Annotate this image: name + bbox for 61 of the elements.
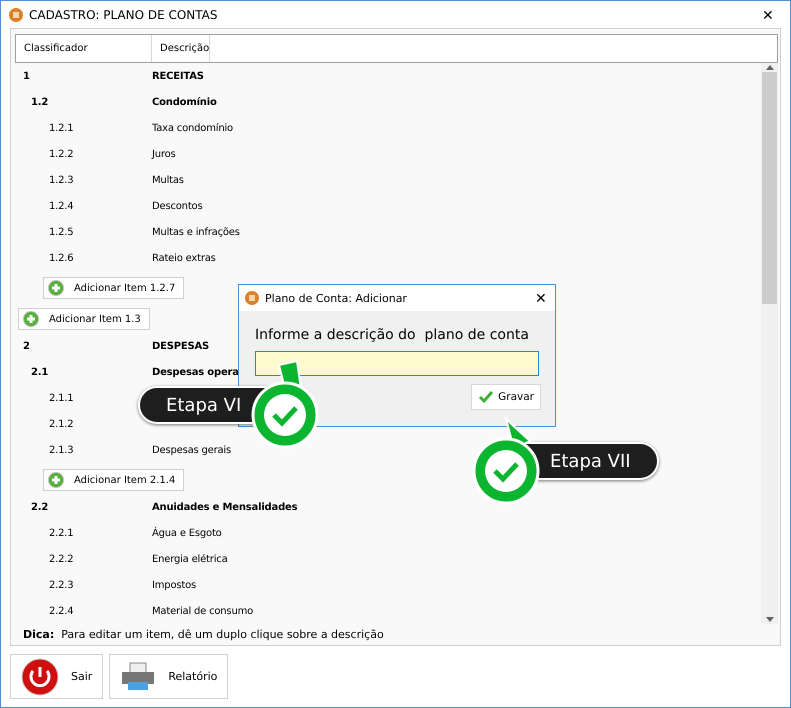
- scroll-down-icon[interactable]: [766, 617, 774, 622]
- account-description[interactable]: Multas: [152, 174, 184, 186]
- account-code: 1.2.5: [49, 226, 74, 238]
- account-description[interactable]: Taxa condomínio: [152, 122, 233, 134]
- column-header[interactable]: Classificador: [16, 35, 152, 62]
- description-input[interactable]: [255, 351, 539, 376]
- account-description[interactable]: Condomínio: [152, 96, 217, 108]
- plus-icon: [23, 311, 39, 328]
- printer-icon: [120, 662, 156, 692]
- account-description[interactable]: Água e Esgoto: [152, 528, 222, 539]
- account-description[interactable]: Anuidades e Mensalidades: [152, 502, 298, 513]
- account-code: 1: [23, 70, 31, 82]
- add-item-button[interactable]: Adicionar Item 1.3: [18, 308, 150, 330]
- account-code: 2.2.3: [49, 580, 74, 591]
- account-description[interactable]: Despesas gerais: [152, 444, 232, 456]
- dialog-title: Plano de Conta: Adicionar: [265, 292, 408, 304]
- scrollbar[interactable]: [761, 63, 778, 624]
- account-code: 2: [23, 340, 31, 352]
- account-code: 2.2.2: [49, 554, 74, 565]
- account-code: 2.2.1: [49, 528, 74, 539]
- description-prompt: Informe a descrição do plano de conta: [255, 327, 530, 343]
- account-code: 1.2.4: [49, 200, 74, 212]
- account-code: 2.2: [31, 502, 50, 513]
- plus-icon: [48, 280, 64, 296]
- tip-text: Dica: Para editar um item, dê um duplo clique sobre a descrição: [22, 627, 385, 644]
- account-description[interactable]: Rateio extras: [152, 252, 216, 264]
- account-description[interactable]: RECEITAS: [152, 70, 204, 82]
- account-code: 2.1: [31, 366, 50, 378]
- account-description[interactable]: Juros: [152, 148, 176, 160]
- exit-button[interactable]: Sair: [10, 654, 104, 699]
- account-code: 2.1.1: [49, 392, 74, 404]
- account-description[interactable]: Material de consumo: [152, 606, 254, 617]
- account-description[interactable]: Impostos: [152, 580, 196, 591]
- app-icon: [245, 291, 259, 305]
- window-title: CADASTRO: PLANO DE CONTAS: [29, 8, 219, 22]
- report-button[interactable]: Relatório: [109, 654, 228, 699]
- column-header[interactable]: Descrição: [152, 35, 210, 62]
- check-badge-icon: [249, 359, 322, 451]
- close-button[interactable]: ✕: [527, 290, 555, 306]
- check-icon: [478, 390, 494, 404]
- account-code: 2.1.2: [49, 418, 74, 430]
- save-button[interactable]: Gravar: [471, 384, 541, 410]
- close-button[interactable]: ✕: [754, 6, 782, 23]
- account-code: 2.2.4: [49, 606, 74, 617]
- account-description[interactable]: Descontos: [152, 200, 202, 212]
- add-item-button[interactable]: Adicionar Item 2.1.4: [43, 469, 184, 492]
- account-code: 1.2.3: [49, 174, 74, 186]
- account-description[interactable]: Despesas opera: [152, 366, 239, 378]
- account-description[interactable]: Energia elétrica: [152, 554, 228, 565]
- app-icon: [9, 8, 23, 22]
- account-code: 1.2.6: [49, 252, 74, 264]
- check-badge-icon: [470, 415, 542, 507]
- account-code: 1.2: [31, 96, 50, 108]
- account-description[interactable]: Multas e infrações: [152, 226, 240, 238]
- plus-icon: [48, 472, 64, 488]
- account-description[interactable]: DESPESAS: [152, 340, 210, 352]
- power-icon: [21, 658, 59, 696]
- account-code: 2.1.3: [49, 444, 74, 456]
- account-code: 1.2.2: [49, 148, 74, 160]
- add-item-button[interactable]: Adicionar Item 1.2.7: [43, 277, 184, 300]
- account-code: 1.2.1: [49, 122, 74, 134]
